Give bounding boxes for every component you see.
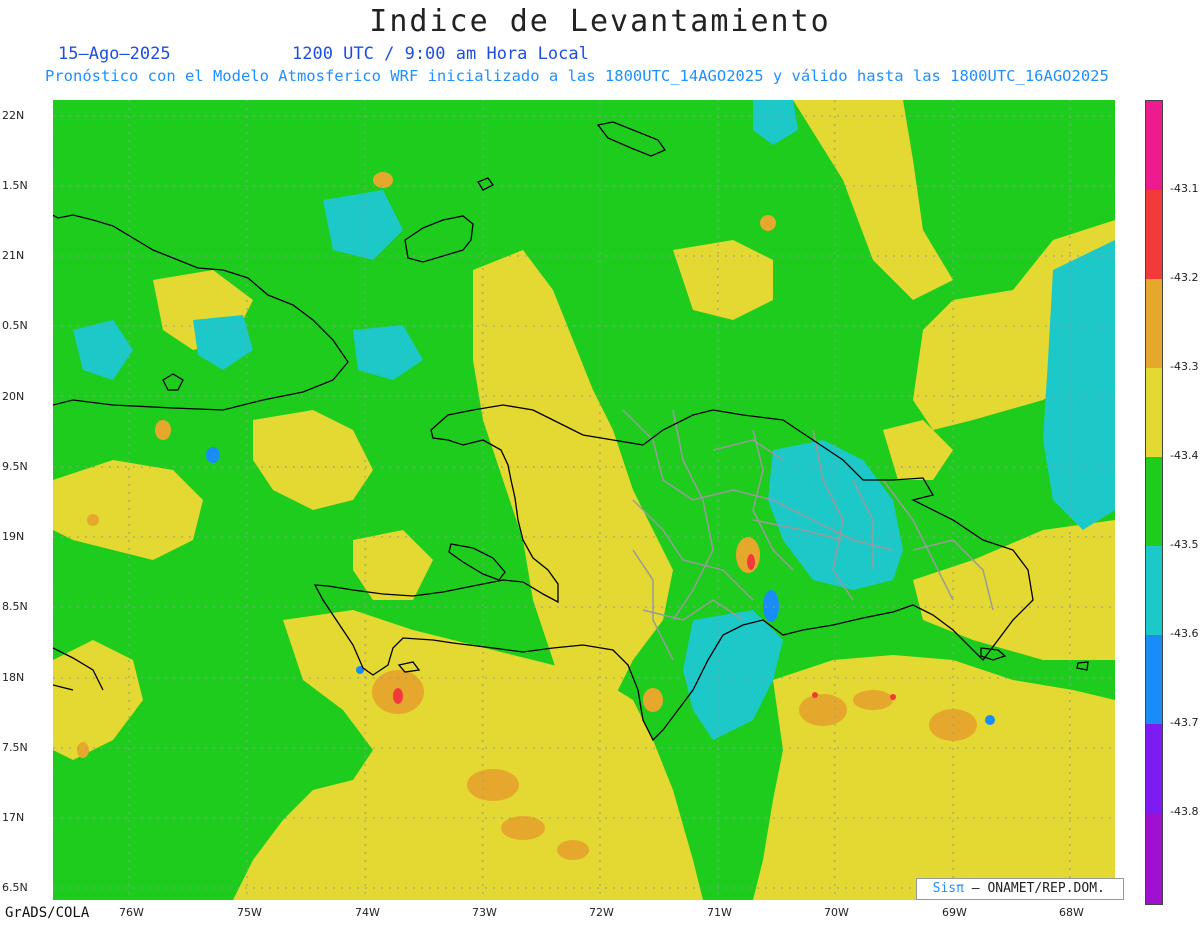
- colorbar-label: -43.7: [1170, 716, 1199, 729]
- forecast-date: 15–Ago–2025: [58, 44, 171, 64]
- colorbar: [1145, 100, 1163, 905]
- credit-org: – ONAMET/REP.DOM.: [963, 881, 1105, 896]
- lat-label: 18N: [2, 671, 25, 684]
- software-label: GrADS/COLA: [5, 905, 90, 921]
- lon-label: 72W: [589, 906, 614, 919]
- colorbar-label: -43.6: [1170, 627, 1199, 640]
- lifted-index-map: [53, 100, 1115, 900]
- lon-label: 76W: [119, 906, 144, 919]
- lat-label: 1.5N: [2, 179, 28, 192]
- colorbar-label: -43.2: [1170, 271, 1199, 284]
- lon-label: 70W: [824, 906, 849, 919]
- colorbar-segment: [1146, 190, 1162, 279]
- credit-brand: Sisπ: [932, 881, 964, 896]
- lon-label: 74W: [355, 906, 380, 919]
- colorbar-segment: [1146, 635, 1162, 724]
- colorbar-segment: [1146, 546, 1162, 635]
- lat-label: 7.5N: [2, 741, 28, 754]
- lat-label: 9.5N: [2, 460, 28, 473]
- colorbar-label: -43.5: [1170, 538, 1199, 551]
- colorbar-segment: [1146, 101, 1162, 190]
- lat-label: 20N: [2, 390, 25, 403]
- lon-label: 75W: [237, 906, 262, 919]
- colorbar-label: -43.1: [1170, 182, 1199, 195]
- lat-label: 6.5N: [2, 881, 28, 894]
- lon-label: 73W: [472, 906, 497, 919]
- lat-label: 19N: [2, 530, 25, 543]
- colorbar-label: -43.4: [1170, 449, 1199, 462]
- colorbar-segment: [1146, 813, 1162, 904]
- lat-label: 22N: [2, 109, 25, 122]
- lat-label: 8.5N: [2, 600, 28, 613]
- lat-label: 21N: [2, 249, 25, 262]
- credit-box: Sisπ – ONAMET/REP.DOM.: [916, 878, 1124, 900]
- forecast-note: Pronóstico con el Modelo Atmosferico WRF…: [45, 67, 1109, 85]
- forecast-time: 1200 UTC / 9:00 am Hora Local: [292, 44, 589, 64]
- colorbar-segment: [1146, 368, 1162, 457]
- map-svg: [53, 100, 1115, 900]
- colorbar-segment: [1146, 279, 1162, 368]
- colorbar-label: -43.3: [1170, 360, 1199, 373]
- map-title: Indice de Levantamiento: [369, 4, 831, 39]
- lon-label: 68W: [1059, 906, 1084, 919]
- colorbar-segment: [1146, 724, 1162, 813]
- colorbar-segment: [1146, 457, 1162, 546]
- lat-label: 0.5N: [2, 319, 28, 332]
- lon-label: 69W: [942, 906, 967, 919]
- lon-label: 71W: [707, 906, 732, 919]
- colorbar-label: -43.8: [1170, 805, 1199, 818]
- lat-label: 17N: [2, 811, 25, 824]
